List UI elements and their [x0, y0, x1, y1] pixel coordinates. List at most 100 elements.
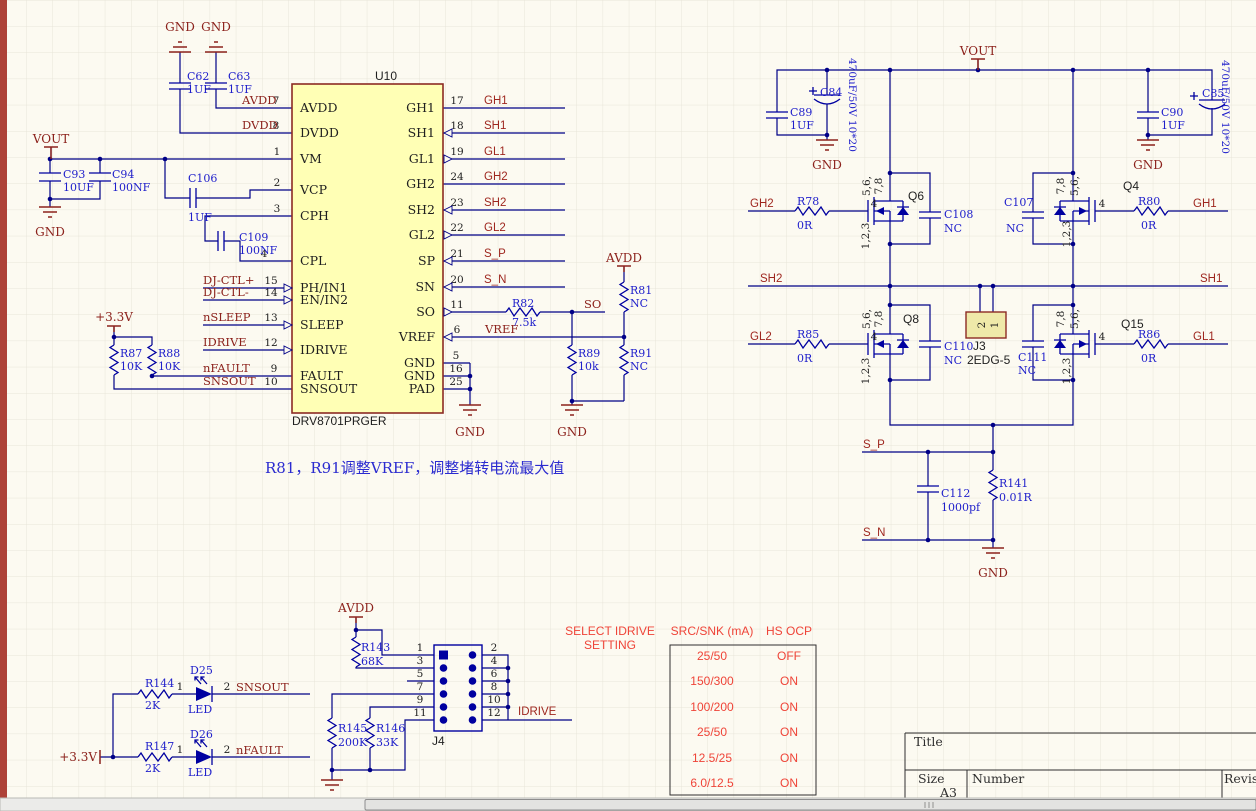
gnd-label[interactable]: GND	[455, 425, 485, 439]
net-label-sh1[interactable]: SH1	[1200, 273, 1222, 285]
designator[interactable]: C90	[1161, 106, 1183, 119]
net-label-dvdd[interactable]: DVDD	[242, 118, 278, 132]
gnd-label[interactable]: GND	[812, 158, 842, 172]
gnd-label[interactable]: GND	[35, 225, 65, 239]
designator[interactable]: C84	[820, 86, 842, 99]
designator[interactable]: Q4	[1123, 179, 1139, 193]
designator[interactable]: D25	[190, 664, 213, 677]
value[interactable]: 2EDG-5	[967, 353, 1011, 367]
schematic-canvas[interactable]: GND GND GND GND GND GND GND GND VOUT VOU…	[0, 0, 1256, 811]
net-label-so[interactable]: SO	[584, 297, 601, 311]
value[interactable]: 1000pf	[941, 501, 981, 514]
net-label-gl1[interactable]: GL1	[1193, 331, 1215, 343]
net-label-sh1[interactable]: SH1	[484, 120, 506, 132]
value[interactable]: LED	[188, 766, 212, 779]
net-label-sh2[interactable]: SH2	[484, 197, 506, 209]
net-label-gh2[interactable]: GH2	[484, 171, 508, 183]
designator[interactable]: J3	[973, 339, 986, 353]
designator[interactable]: C111	[1018, 351, 1047, 364]
designator[interactable]: R147	[145, 740, 174, 753]
designator[interactable]: R141	[999, 477, 1028, 490]
gnd-label[interactable]: GND	[1133, 158, 1163, 172]
designator[interactable]: R145	[338, 722, 367, 735]
designator[interactable]: J4	[432, 734, 445, 748]
net-label-idrive[interactable]: IDRIVE	[203, 335, 247, 349]
net-label-nfault[interactable]: nFAULT	[203, 361, 250, 375]
gnd-label[interactable]: GND	[201, 20, 231, 34]
vout-port[interactable]: VOUT	[32, 132, 69, 146]
designator[interactable]: C109	[239, 231, 268, 244]
horizontal-scrollbar[interactable]	[0, 797, 1256, 811]
value[interactable]: LED	[188, 703, 212, 716]
value[interactable]: NC	[944, 354, 962, 367]
net-label-snsout[interactable]: SNSOUT	[236, 680, 289, 694]
value[interactable]: 1UF	[1161, 119, 1185, 132]
vout-port[interactable]: VOUT	[959, 44, 996, 58]
designator[interactable]: Q6	[908, 189, 924, 203]
designator[interactable]: R80	[1138, 195, 1160, 208]
net-label-nsleep[interactable]: nSLEEP	[203, 310, 251, 324]
value[interactable]: 10K	[158, 360, 181, 373]
designator[interactable]: R85	[797, 328, 819, 341]
value[interactable]: NC	[630, 360, 648, 373]
designator[interactable]: C112	[941, 487, 970, 500]
value[interactable]: NC	[1006, 222, 1024, 235]
gnd-label[interactable]: GND	[978, 566, 1008, 580]
net-label-sh2[interactable]: SH2	[760, 273, 782, 285]
designator[interactable]: Q8	[903, 312, 919, 326]
value[interactable]: 1UF	[228, 83, 252, 96]
value[interactable]: 0.01R	[999, 491, 1032, 504]
designator[interactable]: R144	[145, 677, 174, 690]
net-label-sn[interactable]: S_N	[484, 274, 506, 286]
value[interactable]: 2K	[145, 762, 161, 775]
designator[interactable]: C110	[944, 340, 973, 353]
designator[interactable]: D26	[190, 728, 213, 741]
value[interactable]: 10k	[578, 360, 599, 373]
value[interactable]: NC	[944, 222, 962, 235]
value[interactable]: 100NF	[112, 181, 151, 194]
designator[interactable]: R87	[120, 347, 142, 360]
net-label-gh1[interactable]: GH1	[484, 95, 508, 107]
avdd-port[interactable]: AVDD	[605, 251, 642, 265]
scrollbar-thumb[interactable]	[364, 799, 1256, 811]
net-label-sp[interactable]: S_P	[484, 248, 506, 260]
designator[interactable]: C62	[187, 70, 209, 83]
designator[interactable]: C106	[188, 172, 217, 185]
designator[interactable]: C107	[1004, 196, 1033, 209]
p33-port[interactable]: +3.3V	[95, 310, 133, 324]
net-label-idrive[interactable]: IDRIVE	[518, 706, 557, 718]
value[interactable]: 0R	[797, 352, 813, 365]
designator[interactable]: R88	[158, 347, 180, 360]
designator[interactable]: R82	[512, 297, 534, 310]
designator[interactable]: C93	[63, 168, 85, 181]
p33-port[interactable]: +3.3V	[59, 750, 97, 764]
gnd-label[interactable]: GND	[557, 425, 587, 439]
value[interactable]: 33K	[376, 736, 399, 749]
net-label-sn[interactable]: S_N	[863, 527, 885, 539]
net-label-gl2[interactable]: GL2	[750, 331, 772, 343]
value[interactable]: 470uF/50V 10*20	[1219, 60, 1231, 154]
ic-refdes[interactable]: U10	[375, 69, 397, 83]
designator[interactable]: R143	[361, 641, 390, 654]
designator[interactable]: C89	[790, 106, 812, 119]
value[interactable]: NC	[1018, 364, 1036, 377]
net-label-djctlm[interactable]: DJ-CTL-	[203, 285, 249, 299]
value[interactable]: 200K	[338, 736, 368, 749]
value[interactable]: 2K	[145, 699, 161, 712]
designator[interactable]: R146	[376, 722, 405, 735]
value[interactable]: 7.5k	[512, 316, 536, 329]
designator[interactable]: R78	[797, 195, 819, 208]
net-label-nfault[interactable]: nFAULT	[236, 743, 283, 757]
designator[interactable]: C108	[944, 208, 973, 221]
annotation-note[interactable]: R81，R91调整VREF，调整堵转电流最大值	[265, 459, 564, 477]
net-label-gh1[interactable]: GH1	[1193, 198, 1217, 210]
designator[interactable]: C63	[228, 70, 250, 83]
net-label-sp[interactable]: S_P	[863, 439, 885, 451]
gnd-label[interactable]: GND	[165, 20, 195, 34]
value[interactable]: 10K	[120, 360, 143, 373]
value[interactable]: 100NF	[239, 244, 278, 257]
designator[interactable]: C94	[112, 168, 134, 181]
net-label-gh2[interactable]: GH2	[750, 198, 774, 210]
net-label-snsout[interactable]: SNSOUT	[203, 374, 256, 388]
value[interactable]: NC	[630, 297, 648, 310]
